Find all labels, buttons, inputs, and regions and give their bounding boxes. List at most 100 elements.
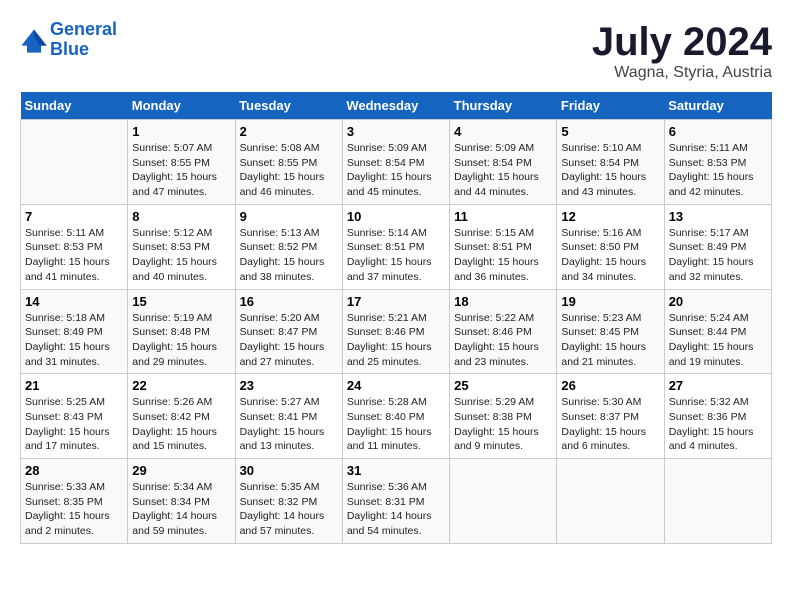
day-info: Sunrise: 5:29 AM Sunset: 8:38 PM Dayligh… xyxy=(454,395,552,454)
day-info: Sunrise: 5:10 AM Sunset: 8:54 PM Dayligh… xyxy=(561,141,659,200)
day-info: Sunrise: 5:11 AM Sunset: 8:53 PM Dayligh… xyxy=(25,226,123,285)
calendar-cell: 9Sunrise: 5:13 AM Sunset: 8:52 PM Daylig… xyxy=(235,204,342,289)
calendar-cell: 24 Sunrise: 5:28 AM Sunset: 8:40 PM Dayli… xyxy=(342,374,449,459)
day-number: 2 xyxy=(240,124,338,139)
day-number: 14 xyxy=(25,294,123,309)
day-number: 25 xyxy=(454,378,552,393)
day-info: Sunrise: 5:34 AM Sunset: 8:34 PM Dayligh… xyxy=(132,480,230,539)
day-info: Sunrise: 5:35 AM Sunset: 8:32 PM Dayligh… xyxy=(240,480,338,539)
day-info: Sunrise: 5:36 AM Sunset: 8:31 PM Dayligh… xyxy=(347,480,445,539)
day-info: Sunrise: 5:09 AM Sunset: 8:54 PM Dayligh… xyxy=(454,141,552,200)
week-row-4: 21Sunrise: 5:25 AM Sunset: 8:43 PM Dayli… xyxy=(21,374,772,459)
day-number: 6 xyxy=(669,124,767,139)
calendar-header-row: SundayMondayTuesdayWednesdayThursdayFrid… xyxy=(21,92,772,120)
day-number: 1 xyxy=(132,124,230,139)
calendar-cell: 19Sunrise: 5:23 AM Sunset: 8:45 PM Dayli… xyxy=(557,289,664,374)
calendar-cell: 26Sunrise: 5:30 AM Sunset: 8:37 PM Dayli… xyxy=(557,374,664,459)
day-number: 21 xyxy=(25,378,123,393)
calendar-cell xyxy=(21,120,128,205)
day-number: 12 xyxy=(561,209,659,224)
day-number: 18 xyxy=(454,294,552,309)
calendar-cell: 31Sunrise: 5:36 AM Sunset: 8:31 PM Dayli… xyxy=(342,459,449,544)
day-info: Sunrise: 5:15 AM Sunset: 8:51 PM Dayligh… xyxy=(454,226,552,285)
day-number: 16 xyxy=(240,294,338,309)
logo: General Blue xyxy=(20,20,117,60)
calendar-cell: 6Sunrise: 5:11 AM Sunset: 8:53 PM Daylig… xyxy=(664,120,771,205)
day-info: Sunrise: 5:16 AM Sunset: 8:50 PM Dayligh… xyxy=(561,226,659,285)
calendar-cell: 1Sunrise: 5:07 AM Sunset: 8:55 PM Daylig… xyxy=(128,120,235,205)
calendar-cell: 3 Sunrise: 5:09 AM Sunset: 8:54 PM Daylig… xyxy=(342,120,449,205)
calendar-body: 1Sunrise: 5:07 AM Sunset: 8:55 PM Daylig… xyxy=(21,120,772,544)
calendar-cell: 5 Sunrise: 5:10 AM Sunset: 8:54 PM Daylig… xyxy=(557,120,664,205)
week-row-5: 28 Sunrise: 5:33 AM Sunset: 8:35 PM Dayli… xyxy=(21,459,772,544)
page-header: General Blue July 2024 Wagna, Styria, Au… xyxy=(20,20,772,82)
day-info: Sunrise: 5:27 AM Sunset: 8:41 PM Dayligh… xyxy=(240,395,338,454)
calendar-cell: 17Sunrise: 5:21 AM Sunset: 8:46 PM Dayli… xyxy=(342,289,449,374)
day-info: Sunrise: 5:26 AM Sunset: 8:42 PM Dayligh… xyxy=(132,395,230,454)
header-day-saturday: Saturday xyxy=(664,92,771,120)
header-day-tuesday: Tuesday xyxy=(235,92,342,120)
day-number: 5 xyxy=(561,124,659,139)
calendar-cell: 11 Sunrise: 5:15 AM Sunset: 8:51 PM Dayli… xyxy=(450,204,557,289)
day-info: Sunrise: 5:22 AM Sunset: 8:46 PM Dayligh… xyxy=(454,311,552,370)
day-number: 8 xyxy=(132,209,230,224)
day-number: 26 xyxy=(561,378,659,393)
logo-general: General xyxy=(50,19,117,39)
day-number: 4 xyxy=(454,124,552,139)
calendar-cell: 15Sunrise: 5:19 AM Sunset: 8:48 PM Dayli… xyxy=(128,289,235,374)
calendar-cell xyxy=(557,459,664,544)
header-day-friday: Friday xyxy=(557,92,664,120)
day-number: 3 xyxy=(347,124,445,139)
title-block: July 2024 Wagna, Styria, Austria xyxy=(592,20,772,82)
day-info: Sunrise: 5:24 AM Sunset: 8:44 PM Dayligh… xyxy=(669,311,767,370)
calendar-cell: 25 Sunrise: 5:29 AM Sunset: 8:38 PM Dayli… xyxy=(450,374,557,459)
day-info: Sunrise: 5:09 AM Sunset: 8:54 PM Dayligh… xyxy=(347,141,445,200)
calendar-cell: 23 Sunrise: 5:27 AM Sunset: 8:41 PM Dayli… xyxy=(235,374,342,459)
day-number: 29 xyxy=(132,463,230,478)
day-info: Sunrise: 5:14 AM Sunset: 8:51 PM Dayligh… xyxy=(347,226,445,285)
day-number: 24 xyxy=(347,378,445,393)
day-info: Sunrise: 5:20 AM Sunset: 8:47 PM Dayligh… xyxy=(240,311,338,370)
calendar-cell: 7 Sunrise: 5:11 AM Sunset: 8:53 PM Daylig… xyxy=(21,204,128,289)
day-info: Sunrise: 5:21 AM Sunset: 8:46 PM Dayligh… xyxy=(347,311,445,370)
calendar-cell: 21Sunrise: 5:25 AM Sunset: 8:43 PM Dayli… xyxy=(21,374,128,459)
day-number: 9 xyxy=(240,209,338,224)
calendar-cell: 30 Sunrise: 5:35 AM Sunset: 8:32 PM Dayli… xyxy=(235,459,342,544)
day-info: Sunrise: 5:28 AM Sunset: 8:40 PM Dayligh… xyxy=(347,395,445,454)
calendar-cell: 18 Sunrise: 5:22 AM Sunset: 8:46 PM Dayli… xyxy=(450,289,557,374)
header-day-monday: Monday xyxy=(128,92,235,120)
day-info: Sunrise: 5:12 AM Sunset: 8:53 PM Dayligh… xyxy=(132,226,230,285)
month-title: July 2024 xyxy=(592,20,772,64)
day-info: Sunrise: 5:17 AM Sunset: 8:49 PM Dayligh… xyxy=(669,226,767,285)
calendar-cell: 29 Sunrise: 5:34 AM Sunset: 8:34 PM Dayli… xyxy=(128,459,235,544)
calendar-cell: 20 Sunrise: 5:24 AM Sunset: 8:44 PM Dayli… xyxy=(664,289,771,374)
day-number: 22 xyxy=(132,378,230,393)
day-info: Sunrise: 5:33 AM Sunset: 8:35 PM Dayligh… xyxy=(25,480,123,539)
calendar-cell xyxy=(450,459,557,544)
day-number: 28 xyxy=(25,463,123,478)
day-info: Sunrise: 5:08 AM Sunset: 8:55 PM Dayligh… xyxy=(240,141,338,200)
day-number: 20 xyxy=(669,294,767,309)
calendar-cell: 13Sunrise: 5:17 AM Sunset: 8:49 PM Dayli… xyxy=(664,204,771,289)
week-row-2: 7 Sunrise: 5:11 AM Sunset: 8:53 PM Daylig… xyxy=(21,204,772,289)
day-number: 19 xyxy=(561,294,659,309)
location-subtitle: Wagna, Styria, Austria xyxy=(592,64,772,82)
day-number: 23 xyxy=(240,378,338,393)
calendar-cell: 28 Sunrise: 5:33 AM Sunset: 8:35 PM Dayli… xyxy=(21,459,128,544)
calendar-cell xyxy=(664,459,771,544)
calendar-cell: 12 Sunrise: 5:16 AM Sunset: 8:50 PM Dayli… xyxy=(557,204,664,289)
calendar-table: SundayMondayTuesdayWednesdayThursdayFrid… xyxy=(20,92,772,544)
day-info: Sunrise: 5:32 AM Sunset: 8:36 PM Dayligh… xyxy=(669,395,767,454)
calendar-cell: 10Sunrise: 5:14 AM Sunset: 8:51 PM Dayli… xyxy=(342,204,449,289)
day-info: Sunrise: 5:18 AM Sunset: 8:49 PM Dayligh… xyxy=(25,311,123,370)
week-row-3: 14 Sunrise: 5:18 AM Sunset: 8:49 PM Dayli… xyxy=(21,289,772,374)
day-number: 7 xyxy=(25,209,123,224)
day-number: 27 xyxy=(669,378,767,393)
calendar-cell: 8 Sunrise: 5:12 AM Sunset: 8:53 PM Daylig… xyxy=(128,204,235,289)
calendar-cell: 22 Sunrise: 5:26 AM Sunset: 8:42 PM Dayli… xyxy=(128,374,235,459)
day-number: 15 xyxy=(132,294,230,309)
day-number: 30 xyxy=(240,463,338,478)
logo-blue: Blue xyxy=(50,40,117,60)
day-number: 11 xyxy=(454,209,552,224)
calendar-cell: 16 Sunrise: 5:20 AM Sunset: 8:47 PM Dayli… xyxy=(235,289,342,374)
